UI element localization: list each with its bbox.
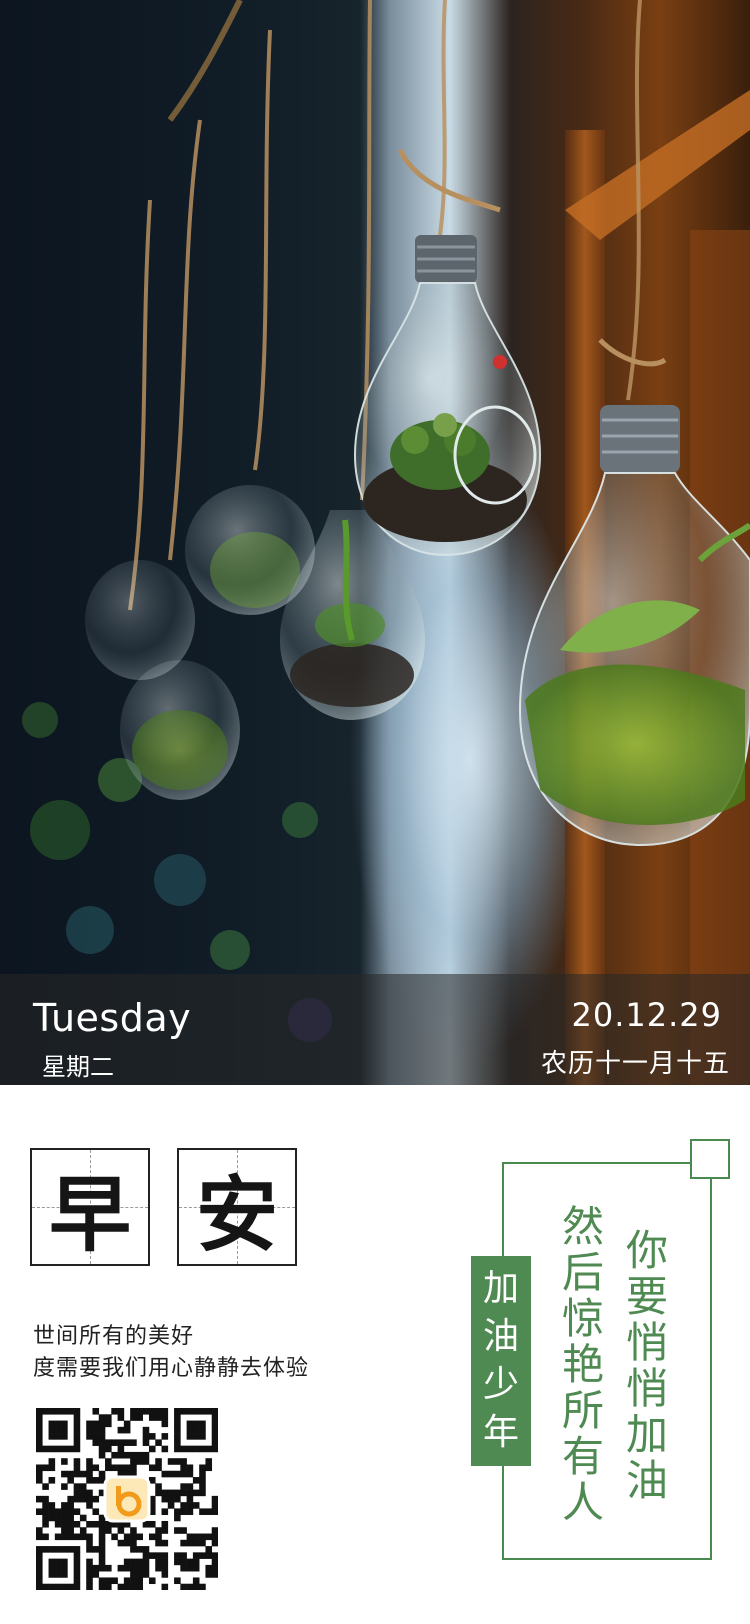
slogan-char: 人 [562, 1478, 605, 1527]
qr-code[interactable] [36, 1408, 219, 1591]
hanging-bulbs-photo [0, 0, 750, 1085]
tag-char: 油 [482, 1316, 519, 1357]
tag-char: 加 [482, 1268, 519, 1309]
slogan-char: 要 [626, 1272, 669, 1321]
slogan-left-column: 然 后 惊 艳 所 有 人 [562, 1204, 604, 1526]
weekday-english: Tuesday [33, 996, 192, 1040]
slogan-right-column: 你 要 悄 悄 加 油 [626, 1228, 668, 1504]
poster: Tuesday 星期二 20.12.29 农历十一月十五 早 安 世间所有的美好… [0, 0, 750, 1624]
slogan-char: 所 [562, 1386, 605, 1435]
slogan-char: 加 [626, 1410, 669, 1459]
quote-line-1: 世间所有的美好 [33, 1324, 195, 1349]
frame-corner-square [690, 1139, 730, 1179]
slogan-char: 后 [562, 1248, 605, 1297]
slogan-char: 惊 [562, 1294, 605, 1343]
slogan-char: 悄 [626, 1318, 669, 1367]
slogan-frame [502, 1162, 712, 1560]
quote-line-2: 度需要我们用心静静去体验 [33, 1356, 310, 1381]
slogan-char: 艳 [562, 1340, 605, 1389]
greeting-box-2: 安 [177, 1148, 297, 1266]
qr-logo-icon [103, 1475, 151, 1523]
slogan-char: 然 [562, 1202, 605, 1251]
greeting-char-1: 早 [48, 1166, 131, 1263]
slogan-char: 悄 [626, 1364, 669, 1413]
weekday-chinese: 星期二 [42, 1053, 114, 1081]
date-text: 20.12.29 [571, 996, 722, 1034]
greeting-char-2: 安 [195, 1166, 278, 1263]
lunar-date: 农历十一月十五 [540, 1049, 730, 1079]
tag-char: 少 [482, 1364, 519, 1405]
qr-code-pattern [36, 1408, 219, 1591]
bulbs-illustration [22, 0, 750, 1085]
greeting-box-1: 早 [30, 1148, 150, 1266]
slogan-char: 油 [626, 1456, 669, 1505]
slogan-char: 有 [562, 1432, 605, 1481]
tag-char: 年 [482, 1412, 519, 1453]
tag-label: 加 油 少 年 [471, 1256, 531, 1466]
slogan-char: 你 [626, 1226, 669, 1275]
